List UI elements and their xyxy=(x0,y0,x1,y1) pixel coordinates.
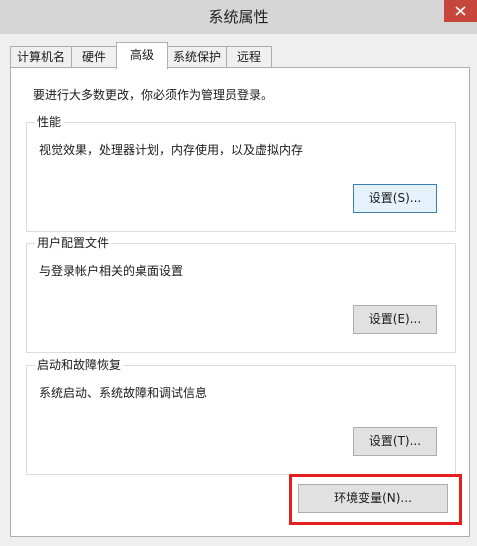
close-icon xyxy=(455,6,466,16)
startup-recovery-settings-button[interactable]: 设置(T)... xyxy=(353,427,437,456)
user-profiles-group: 用户配置文件 与登录帐户相关的桌面设置 设置(E)... xyxy=(26,236,456,353)
system-properties-window: 系统属性 计算机名 硬件 高级 系统保护 远程 要进行大多数更改，你必须作为管理… xyxy=(0,0,477,546)
advanced-tab-panel: 要进行大多数更改，你必须作为管理员登录。 性能 视觉效果，处理器计划，内存使用，… xyxy=(10,67,470,537)
tab-system-protection[interactable]: 系统保护 xyxy=(167,46,227,68)
performance-settings-button[interactable]: 设置(S)... xyxy=(353,184,437,213)
close-button[interactable] xyxy=(444,0,477,22)
tab-remote[interactable]: 远程 xyxy=(226,46,272,68)
tab-advanced[interactable]: 高级 xyxy=(116,42,168,69)
admin-note: 要进行大多数更改，你必须作为管理员登录。 xyxy=(33,88,274,102)
tab-computer-name[interactable]: 计算机名 xyxy=(10,46,72,68)
user-profiles-group-title: 用户配置文件 xyxy=(35,236,112,251)
performance-group-title: 性能 xyxy=(35,115,64,130)
startup-recovery-group-title: 启动和故障恢复 xyxy=(35,358,124,373)
user-profiles-description: 与登录帐户相关的桌面设置 xyxy=(39,264,184,278)
dialog-client-area: 计算机名 硬件 高级 系统保护 远程 要进行大多数更改，你必须作为管理员登录。 … xyxy=(0,34,477,546)
title-bar[interactable]: 系统属性 xyxy=(0,0,477,34)
startup-recovery-group: 启动和故障恢复 系统启动、系统故障和调试信息 设置(T)... xyxy=(26,358,456,475)
startup-recovery-description: 系统启动、系统故障和调试信息 xyxy=(39,386,208,400)
tab-hardware[interactable]: 硬件 xyxy=(71,46,117,68)
performance-description: 视觉效果，处理器计划，内存使用，以及虚拟内存 xyxy=(39,143,304,157)
window-title: 系统属性 xyxy=(208,8,269,26)
user-profiles-settings-button[interactable]: 设置(E)... xyxy=(353,305,437,334)
environment-variables-button[interactable]: 环境变量(N)... xyxy=(298,484,448,513)
performance-group: 性能 视觉效果，处理器计划，内存使用，以及虚拟内存 设置(S)... xyxy=(26,115,456,232)
